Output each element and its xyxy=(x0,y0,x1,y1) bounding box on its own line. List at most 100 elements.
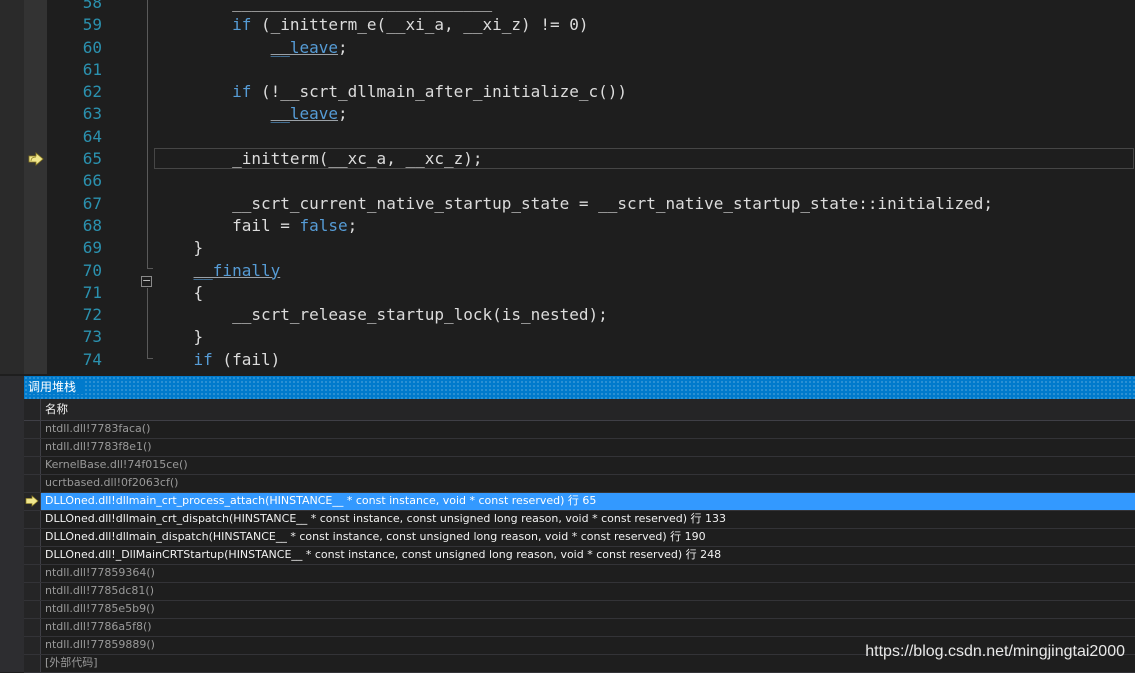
frame-label: DLLOned.dll!dllmain_crt_process_attach(H… xyxy=(45,494,597,507)
code-line[interactable]: 74 if (fail) xyxy=(0,349,1135,371)
code-line[interactable]: 64 xyxy=(0,126,1135,148)
code-token: __scrt_current_native_startup_state = __… xyxy=(232,193,994,213)
code-text: __leave; xyxy=(155,37,348,59)
call-stack-row-current[interactable]: DLLOned.dll!dllmain_crt_process_attach(H… xyxy=(24,493,1135,511)
frame-label: DLLOned.dll!_DllMainCRTStartup(HINSTANCE… xyxy=(45,548,722,561)
code-text: ___________________________ xyxy=(155,0,492,14)
code-text: if (!__scrt_dllmain_after_initialize_c()… xyxy=(155,81,627,103)
code-line[interactable]: 70 __finally xyxy=(0,260,1135,282)
frame-label: ntdll.dll!77859889() xyxy=(45,638,155,651)
column-header-row: 名称 xyxy=(24,399,1135,421)
call-stack-row[interactable]: ucrtbased.dll!0f2063cf() xyxy=(24,475,1135,493)
line-number: 70 xyxy=(82,260,102,280)
call-stack-row[interactable]: DLLOned.dll!dllmain_dispatch(HINSTANCE__… xyxy=(24,529,1135,547)
frame-label: DLLOned.dll!dllmain_crt_dispatch(HINSTAN… xyxy=(45,512,726,525)
line-number: 58 xyxy=(82,0,102,12)
column-header-name[interactable]: 名称 xyxy=(45,399,68,420)
code-line[interactable]: 68 fail = false; xyxy=(0,215,1135,237)
fold-guide xyxy=(147,0,148,268)
line-number: 61 xyxy=(82,59,102,79)
row-gutter xyxy=(24,601,41,618)
line-number: 71 xyxy=(82,282,102,302)
code-text: fail = false; xyxy=(155,215,357,237)
line-number: 65 xyxy=(82,149,102,169)
code-token: ; xyxy=(347,215,358,235)
line-number: 63 xyxy=(82,104,102,124)
frame-label: [外部代码] xyxy=(45,656,98,669)
code-token: { xyxy=(155,282,204,302)
frame-label: DLLOned.dll!dllmain_dispatch(HINSTANCE__… xyxy=(45,530,706,543)
panel-left-strip xyxy=(0,376,24,672)
code-editor[interactable]: 58 ___________________________ 59 if (_in… xyxy=(0,0,1135,374)
code-token: (!__scrt_dllmain_after_initialize_c()) xyxy=(251,82,628,102)
panel-title: 调用堆栈 xyxy=(28,380,85,394)
call-stack-panel: 调用堆栈 名称 ntdll.dll!7783faca() ntdll.dll!77… xyxy=(24,376,1135,673)
code-text: __leave; xyxy=(155,103,348,125)
call-stack-row[interactable]: ntdll.dll!7785e5b9() xyxy=(24,601,1135,619)
code-line[interactable]: 63 __leave; xyxy=(0,103,1135,125)
frame-label: ucrtbased.dll!0f2063cf() xyxy=(45,476,179,489)
line-number: 74 xyxy=(82,349,102,369)
row-gutter xyxy=(24,511,41,528)
column-header-gutter xyxy=(24,399,41,420)
code-line[interactable]: 69 } xyxy=(0,237,1135,259)
frame-label: ntdll.dll!7785e5b9() xyxy=(45,602,155,615)
collapse-region-icon[interactable]: − xyxy=(141,275,152,287)
code-line[interactable]: 59 if (_initterm_e(__xi_a, __xi_z) != 0) xyxy=(0,14,1135,36)
row-gutter xyxy=(24,547,41,564)
row-gutter xyxy=(24,529,41,546)
code-line[interactable]: 67 __scrt_current_native_startup_state =… xyxy=(0,193,1135,215)
keyword-token: if xyxy=(193,349,213,369)
code-text: } xyxy=(155,326,204,348)
code-line[interactable]: 71 { xyxy=(0,282,1135,304)
code-line[interactable]: 60 __leave; xyxy=(0,37,1135,59)
keyword-token: if xyxy=(232,15,252,35)
row-gutter xyxy=(24,565,41,582)
code-line[interactable]: 66 xyxy=(0,170,1135,192)
code-line[interactable]: 62 if (!__scrt_dllmain_after_initialize_… xyxy=(0,81,1135,103)
code-line[interactable]: 61 xyxy=(0,59,1135,81)
keyword-token: __finally xyxy=(193,260,281,280)
fold-guide-end xyxy=(147,358,153,359)
row-gutter xyxy=(24,493,41,510)
code-token: ___________________________ xyxy=(232,0,493,12)
line-number: 72 xyxy=(82,305,102,325)
call-stack-row[interactable]: DLLOned.dll!dllmain_crt_dispatch(HINSTAN… xyxy=(24,511,1135,529)
line-number: 73 xyxy=(82,327,102,347)
call-stack-row[interactable]: ntdll.dll!7785dc81() xyxy=(24,583,1135,601)
frame-label: ntdll.dll!7785dc81() xyxy=(45,584,154,597)
current-code-line[interactable]: 65 _initterm(__xc_a, __xc_z); xyxy=(0,148,1135,170)
call-stack-row[interactable]: ntdll.dll!7783f8e1() xyxy=(24,439,1135,457)
call-stack-row[interactable]: ntdll.dll!7783faca() xyxy=(24,421,1135,439)
current-statement-arrow-icon xyxy=(28,152,44,166)
keyword-token: __leave xyxy=(270,37,339,57)
row-gutter xyxy=(24,475,41,492)
code-line[interactable]: 72 __scrt_release_startup_lock(is_nested… xyxy=(0,304,1135,326)
row-gutter xyxy=(24,583,41,600)
code-line[interactable]: 73 } xyxy=(0,326,1135,348)
call-stack-title-bar[interactable]: 调用堆栈 xyxy=(24,376,1135,399)
call-stack-row[interactable]: ntdll.dll!77859364() xyxy=(24,565,1135,583)
row-gutter xyxy=(24,457,41,474)
code-text: __scrt_current_native_startup_state = __… xyxy=(155,193,993,215)
call-stack-row[interactable]: DLLOned.dll!_DllMainCRTStartup(HINSTANCE… xyxy=(24,547,1135,565)
call-stack-row[interactable]: ntdll.dll!7786a5f8() xyxy=(24,619,1135,637)
code-line[interactable]: 58 ___________________________ xyxy=(0,0,1135,14)
row-gutter xyxy=(24,619,41,636)
row-gutter xyxy=(24,655,41,672)
current-frame-arrow-icon xyxy=(25,495,39,507)
call-stack-row[interactable]: KernelBase.dll!74f015ce() xyxy=(24,457,1135,475)
frame-label: ntdll.dll!7783f8e1() xyxy=(45,440,152,453)
frame-label: KernelBase.dll!74f015ce() xyxy=(45,458,188,471)
code-text: __scrt_release_startup_lock(is_nested); xyxy=(155,304,608,326)
code-token: (fail) xyxy=(212,349,281,369)
code-token: ; xyxy=(338,104,348,124)
